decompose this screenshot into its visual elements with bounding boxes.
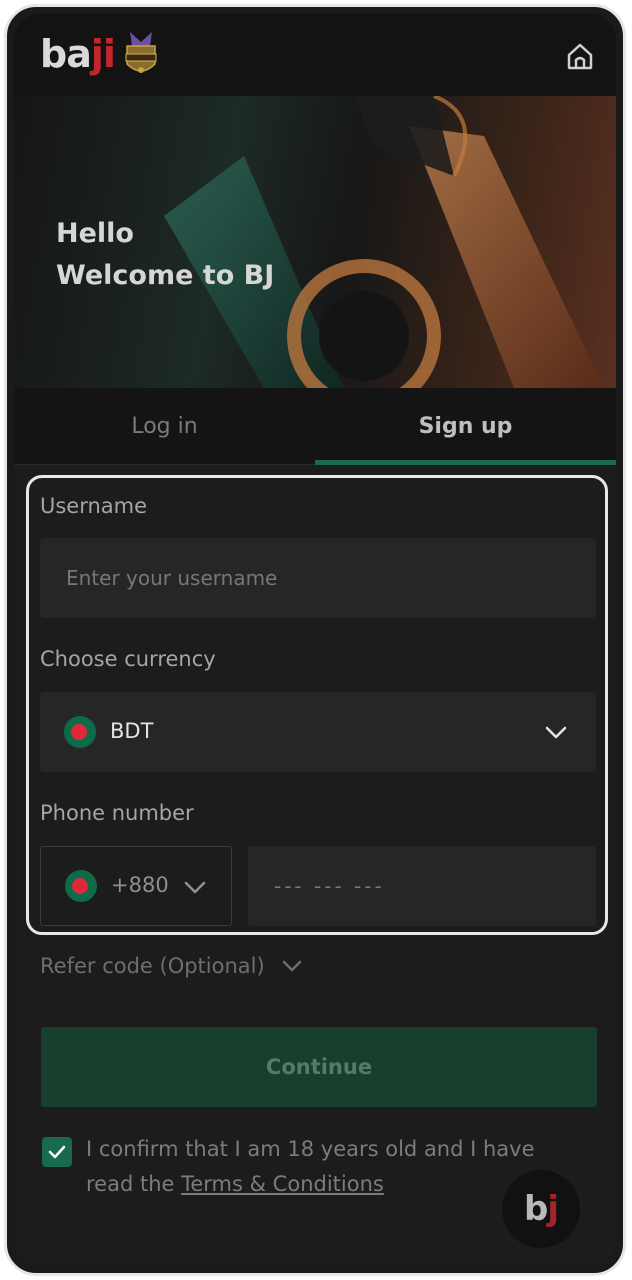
- chevron-down-icon: [282, 960, 301, 972]
- currency-value: BDT: [110, 719, 154, 743]
- logo-text-accent: ji: [90, 32, 116, 76]
- tab-signup[interactable]: Sign up: [315, 388, 616, 464]
- currency-select[interactable]: BDT: [40, 692, 596, 772]
- app-screen: baji Hello Welcome to BJ Log in Sign up …: [14, 14, 616, 1266]
- continue-button[interactable]: Continue: [41, 1027, 597, 1107]
- hero-greeting: Hello: [56, 218, 134, 249]
- floating-chat-button[interactable]: bj: [502, 1170, 580, 1248]
- auth-tabs: Log in Sign up: [14, 388, 616, 465]
- hero-banner: Hello Welcome to BJ: [14, 96, 616, 388]
- logo-text-main: ba: [40, 32, 92, 76]
- refer-code-toggle[interactable]: Refer code (Optional): [40, 954, 303, 978]
- active-tab-indicator: [315, 460, 616, 465]
- country-code-value: +880: [111, 873, 169, 897]
- team-badge-icon: [122, 28, 160, 80]
- chevron-down-icon: [545, 726, 567, 739]
- home-button[interactable]: [562, 38, 598, 74]
- chevron-down-icon: [184, 881, 206, 894]
- username-field: [40, 538, 596, 618]
- username-label: Username: [40, 494, 148, 518]
- username-input[interactable]: [40, 538, 596, 618]
- float-logo-j: j: [547, 1189, 559, 1229]
- float-logo-b: b: [524, 1189, 548, 1229]
- phone-frame: baji Hello Welcome to BJ Log in Sign up …: [4, 4, 626, 1276]
- bangladesh-flag-icon: [65, 870, 97, 902]
- tab-login[interactable]: Log in: [14, 388, 315, 464]
- refer-code-label: Refer code (Optional): [40, 954, 265, 978]
- currency-label: Choose currency: [40, 647, 216, 671]
- top-header: baji: [14, 14, 616, 97]
- hero-welcome-text: Welcome to BJ: [56, 260, 275, 291]
- check-icon: [48, 1145, 66, 1159]
- age-confirm-checkbox[interactable]: [42, 1137, 72, 1167]
- phone-number-input[interactable]: [248, 846, 596, 926]
- phone-label: Phone number: [40, 801, 194, 825]
- terms-link[interactable]: Terms & Conditions: [181, 1172, 384, 1196]
- country-code-select[interactable]: +880: [40, 846, 232, 926]
- bangladesh-flag-icon: [64, 716, 96, 748]
- phone-number-field: [248, 846, 596, 926]
- baji-logo[interactable]: baji: [40, 32, 116, 76]
- age-confirm-text: I confirm that I am 18 years old and I h…: [86, 1132, 556, 1202]
- home-icon: [567, 43, 593, 70]
